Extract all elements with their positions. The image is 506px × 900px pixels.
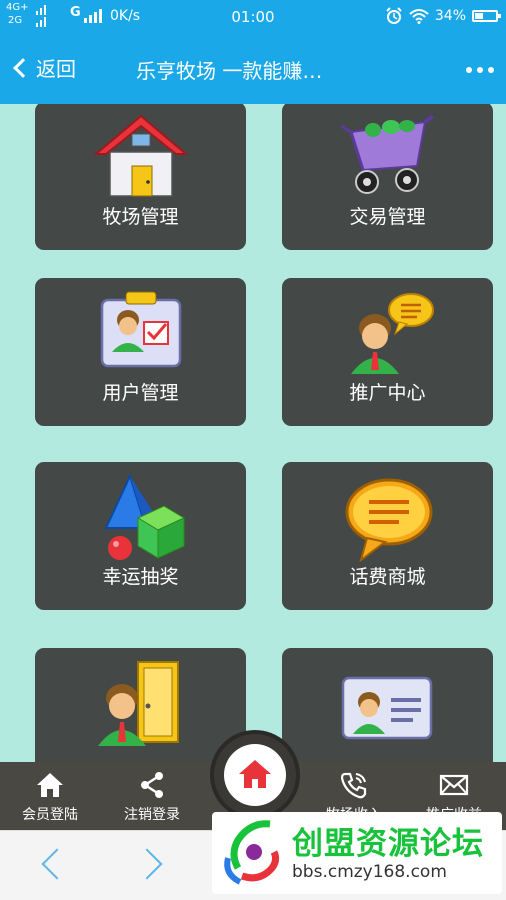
home-button-inner xyxy=(224,744,286,806)
dot-icon xyxy=(488,67,494,73)
battery-icon xyxy=(472,10,501,22)
tab-member-login[interactable]: 会员登陆 xyxy=(0,762,100,830)
browser-forward-button[interactable] xyxy=(131,848,163,880)
home-icon xyxy=(239,760,271,788)
tile-trade-management[interactable]: 交易管理 xyxy=(282,104,493,250)
page-title: 乐亨牧场 一款能赚… xyxy=(136,59,323,83)
tile-ranch-management[interactable]: 牧场管理 xyxy=(35,104,246,250)
share-icon xyxy=(141,772,163,798)
back-button[interactable]: 返回 xyxy=(10,53,76,82)
tile-lucky-draw[interactable]: 幸运抽奖 xyxy=(35,462,246,610)
user-chat-icon xyxy=(350,293,434,374)
home-icon xyxy=(37,773,63,797)
watermark: 创盟资源论坛 bbs.cmzy168.com xyxy=(212,812,502,894)
status-right: 34% xyxy=(385,7,501,25)
tile-label: 话费商城 xyxy=(349,566,426,588)
nav-bar: 返回 乐亨牧场 一款能赚… xyxy=(0,34,506,104)
tile-phone-credit-mall[interactable]: 话费商城 xyxy=(282,462,493,610)
browser-back-button[interactable] xyxy=(41,848,73,880)
watermark-title: 创盟资源论坛 xyxy=(292,826,484,862)
house-icon xyxy=(92,114,189,197)
battery-percent: 34% xyxy=(434,8,466,24)
tab-label: 会员登陆 xyxy=(22,807,78,823)
shopping-cart-icon xyxy=(339,114,434,194)
user-door-icon xyxy=(97,661,179,746)
tab-label: 注销登录 xyxy=(124,807,180,823)
chevron-left-icon xyxy=(13,57,33,78)
alarm-icon xyxy=(386,7,402,24)
tile-promotion-center[interactable]: 推广中心 xyxy=(282,278,493,426)
shapes-icon xyxy=(103,473,185,560)
dot-icon xyxy=(466,67,472,73)
tile-contact-card[interactable] xyxy=(282,648,493,762)
phone-icon xyxy=(340,772,367,799)
dot-icon xyxy=(477,67,483,73)
tile-label: 推广中心 xyxy=(349,382,426,404)
menu-grid: 牧场管理 交易管理 用户管理 推广中心 幸运抽奖 话费商城 xyxy=(0,104,506,762)
tile-user-door[interactable] xyxy=(35,648,246,762)
more-menu-button[interactable] xyxy=(466,67,494,73)
tab-logout[interactable]: 注销登录 xyxy=(102,762,202,830)
tile-label: 用户管理 xyxy=(102,382,179,404)
status-bar: 4G+ 2G G 0K/s 01:00 34% xyxy=(0,0,506,34)
speech-bubble-icon xyxy=(345,478,432,562)
watermark-logo-icon xyxy=(224,820,280,885)
user-id-card-icon xyxy=(100,291,181,368)
tile-label: 牧场管理 xyxy=(102,206,179,228)
tile-label: 幸运抽奖 xyxy=(102,566,179,588)
back-label: 返回 xyxy=(36,57,76,81)
home-button[interactable] xyxy=(210,730,300,820)
tile-user-management[interactable]: 用户管理 xyxy=(35,278,246,426)
mail-icon xyxy=(439,774,469,796)
tile-label: 交易管理 xyxy=(349,206,426,228)
contact-card-icon xyxy=(341,676,432,740)
wifi-icon xyxy=(409,9,429,24)
watermark-url: bbs.cmzy168.com xyxy=(292,862,447,882)
